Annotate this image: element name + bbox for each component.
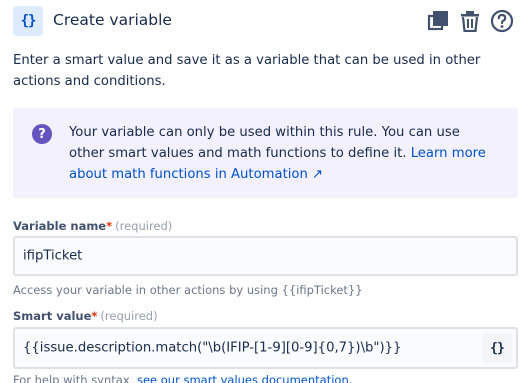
required-star: * xyxy=(91,309,98,323)
copy-button[interactable] xyxy=(425,8,451,34)
variable-name-input[interactable]: ifipTicket xyxy=(13,236,518,276)
smart-value-label: Smart value* (required) xyxy=(13,309,158,323)
variable-name-label: Variable name* (required) xyxy=(13,219,172,233)
header-actions xyxy=(425,8,515,34)
required-hint: (required) xyxy=(115,219,173,233)
info-message: Your variable can only be used within th… xyxy=(69,125,460,161)
info-panel: ? Your variable can only be used within … xyxy=(13,108,518,198)
variable-name-value: ifipTicket xyxy=(23,248,83,264)
dialog-title: Create variable xyxy=(53,11,172,29)
required-star: * xyxy=(106,219,113,233)
smart-value-text: {{issue.description.match("\b(IFIP-[1-9]… xyxy=(23,340,402,356)
info-text: Your variable can only be used within th… xyxy=(69,122,499,185)
smart-value-helper: For help with syntax, see our smart valu… xyxy=(13,373,352,383)
required-hint: (required) xyxy=(100,309,158,323)
variable-name-label-text: Variable name xyxy=(13,219,107,233)
copy-icon xyxy=(427,11,448,31)
smart-value-helper-text: For help with syntax, xyxy=(13,373,137,383)
smart-values-docs-link[interactable]: see our smart values documentation. xyxy=(137,373,352,383)
dialog-header: {} Create variable xyxy=(0,0,529,42)
trash-icon xyxy=(461,11,479,32)
dialog-description: Enter a smart value and save it as a var… xyxy=(13,53,481,89)
delete-button[interactable] xyxy=(457,8,483,34)
smart-value-input[interactable]: {{issue.description.match("\b(IFIP-[1-9]… xyxy=(13,327,518,369)
variable-name-helper: Access your variable in other actions by… xyxy=(13,283,363,297)
insert-smart-value-button[interactable]: {} xyxy=(482,333,512,363)
smart-value-icon: {} xyxy=(13,6,43,36)
smart-value-label-text: Smart value xyxy=(13,309,92,323)
help-icon xyxy=(490,9,514,33)
question-icon: ? xyxy=(32,124,52,144)
help-button[interactable] xyxy=(489,8,515,34)
